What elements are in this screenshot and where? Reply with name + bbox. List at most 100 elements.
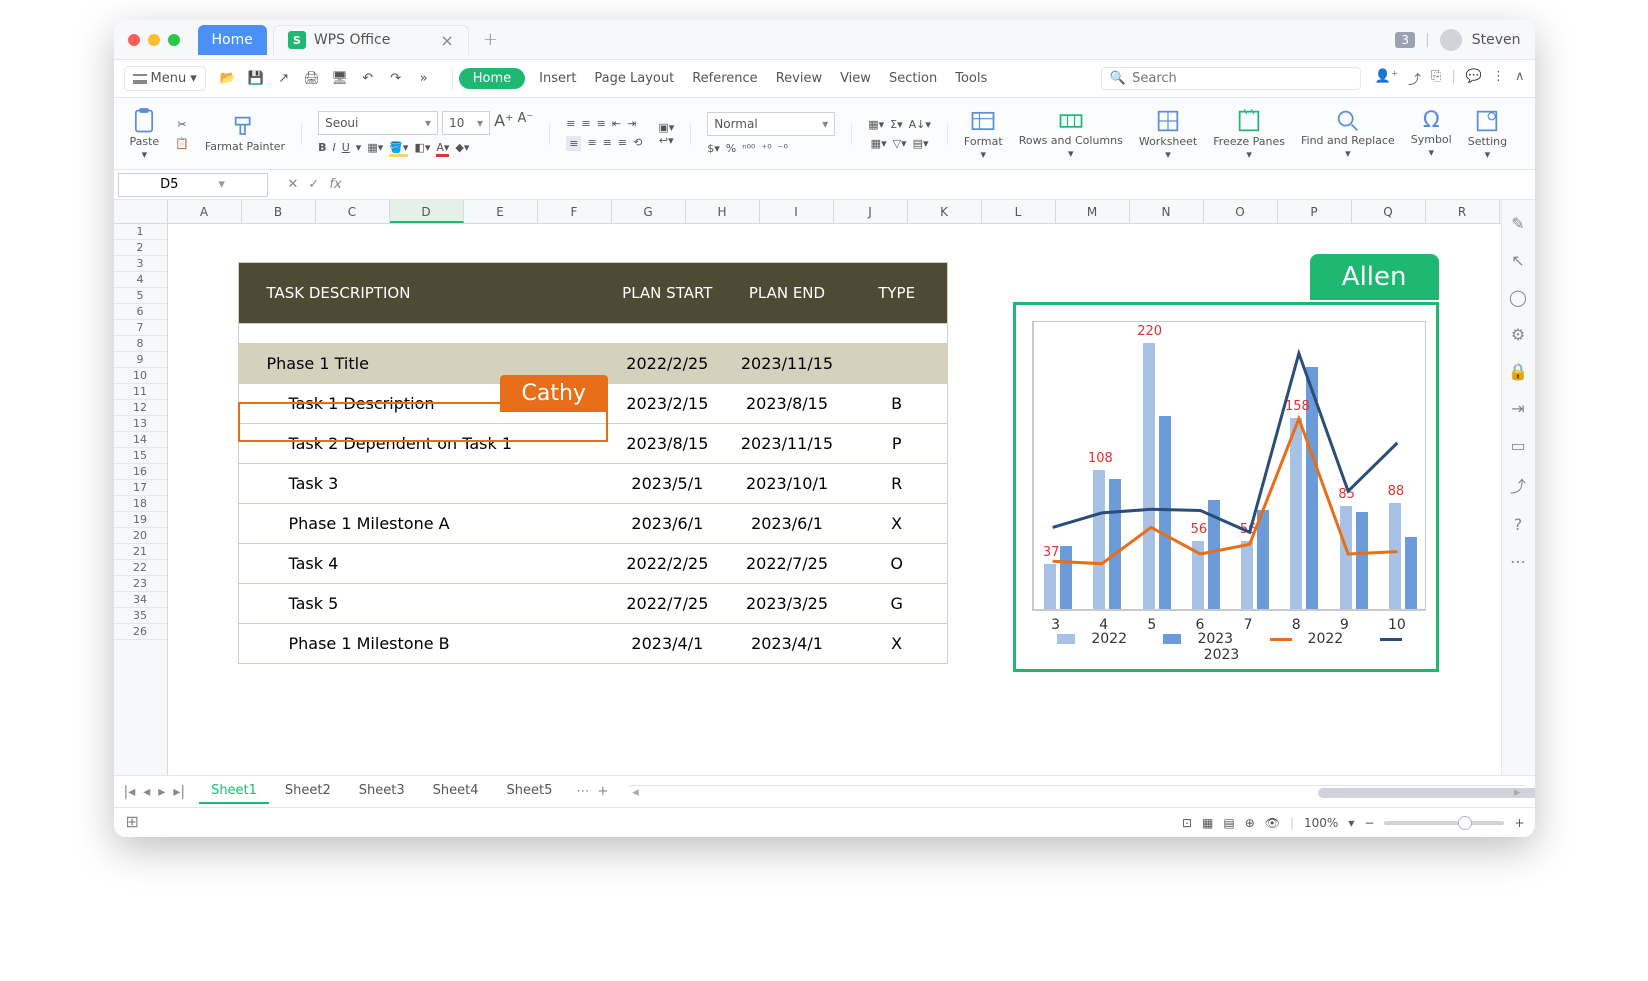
row-header-11[interactable]: 11 bbox=[114, 384, 167, 400]
zoom-in-icon[interactable]: + bbox=[1514, 816, 1524, 830]
row-header-20[interactable]: 20 bbox=[114, 528, 167, 544]
next-sheet-icon[interactable]: ▸ bbox=[158, 784, 165, 800]
col-header-I[interactable]: I bbox=[760, 200, 834, 223]
align-top-icon[interactable]: ≡ bbox=[566, 117, 575, 130]
symbol-button[interactable]: ΩSymbol▾ bbox=[1405, 98, 1458, 169]
cell-description[interactable]: Phase 1 Title bbox=[239, 354, 608, 373]
border-icon[interactable]: ▦▾ bbox=[367, 141, 383, 157]
col-header-D[interactable]: D bbox=[390, 200, 464, 223]
ribbon-tab-tools[interactable]: Tools bbox=[955, 71, 987, 86]
cell-plan-end[interactable]: 2023/4/1 bbox=[727, 634, 847, 653]
chart[interactable]: 3710822056561588588 345678910 2022 2023 … bbox=[1013, 302, 1439, 672]
ribbon-tab-view[interactable]: View bbox=[840, 71, 871, 86]
wrap-text-icon[interactable]: ↩▾ bbox=[659, 134, 674, 147]
increase-decimal-icon[interactable]: ⁺⁰ bbox=[761, 142, 771, 155]
page-break-icon[interactable]: ⊕ bbox=[1245, 816, 1255, 830]
row-header-17[interactable]: 17 bbox=[114, 480, 167, 496]
currency-icon[interactable]: $▾ bbox=[707, 142, 720, 155]
bold-icon[interactable]: B bbox=[318, 141, 326, 157]
highlight-icon[interactable]: ◆▾ bbox=[455, 141, 469, 157]
shapes-icon[interactable]: ◯ bbox=[1509, 288, 1527, 307]
sheet-tab-sheet1[interactable]: Sheet1 bbox=[199, 779, 269, 804]
table-row[interactable]: Phase 1 Milestone A 2023/6/1 2023/6/1 X bbox=[239, 503, 947, 543]
row-header-16[interactable]: 16 bbox=[114, 464, 167, 480]
col-header-A[interactable]: A bbox=[168, 200, 242, 223]
row-header-3[interactable]: 3 bbox=[114, 256, 167, 272]
formula-input[interactable] bbox=[352, 177, 1352, 192]
cell-plan-end[interactable]: 2022/7/25 bbox=[727, 554, 847, 573]
zoom-slider[interactable] bbox=[1384, 821, 1504, 825]
align-left-icon[interactable]: ≡ bbox=[566, 136, 581, 151]
row-header-4[interactable]: 4 bbox=[114, 272, 167, 288]
row-header-10[interactable]: 10 bbox=[114, 368, 167, 384]
cell-plan-start[interactable]: 2023/6/1 bbox=[608, 514, 728, 533]
paste-group[interactable]: Paste▾ bbox=[124, 98, 166, 169]
lock-icon[interactable]: 🔒 bbox=[1508, 362, 1528, 381]
col-header-H[interactable]: H bbox=[686, 200, 760, 223]
row-header-35[interactable]: 35 bbox=[114, 608, 167, 624]
scroll-right-icon[interactable]: ▸ bbox=[1514, 785, 1521, 800]
add-sheet-icon[interactable]: + bbox=[597, 784, 608, 799]
copy-icon[interactable]: 📋 bbox=[175, 137, 189, 150]
row-header-22[interactable]: 22 bbox=[114, 560, 167, 576]
sort-icon[interactable]: A↓▾ bbox=[909, 118, 931, 131]
indent-increase-icon[interactable]: ⇥ bbox=[627, 117, 636, 130]
zoom-out-icon[interactable]: − bbox=[1364, 816, 1374, 830]
merge-cells-icon[interactable]: ▣▾ bbox=[658, 121, 674, 134]
table-row[interactable]: Task 4 2022/2/25 2022/7/25 O bbox=[239, 543, 947, 583]
comma-icon[interactable]: ⁿ⁰⁰ bbox=[742, 142, 755, 155]
table-row[interactable]: Task 2 Dependent on Task 1 2023/8/15 202… bbox=[239, 423, 947, 463]
cancel-formula-icon[interactable]: ✕ bbox=[288, 177, 299, 192]
fill-icon[interactable]: ▤▾ bbox=[913, 137, 929, 150]
row-header-14[interactable]: 14 bbox=[114, 432, 167, 448]
row-header-26[interactable]: 26 bbox=[114, 624, 167, 640]
row-header-23[interactable]: 23 bbox=[114, 576, 167, 592]
sheet-tab-sheet4[interactable]: Sheet4 bbox=[421, 779, 491, 804]
notification-badge[interactable]: 3 bbox=[1395, 32, 1415, 48]
cell-description[interactable]: Task 2 Dependent on Task 1 bbox=[239, 434, 608, 453]
italic-icon[interactable]: I bbox=[332, 141, 335, 157]
freeze-panes-button[interactable]: Freeze Panes▾ bbox=[1207, 98, 1291, 169]
avatar[interactable] bbox=[1440, 29, 1462, 51]
table-row[interactable]: Task 3 2023/5/1 2023/10/1 R bbox=[239, 463, 947, 503]
row-header-19[interactable]: 19 bbox=[114, 512, 167, 528]
col-header-R[interactable]: R bbox=[1426, 200, 1500, 223]
cell-description[interactable]: Task 5 bbox=[239, 594, 608, 613]
cell-type[interactable]: X bbox=[847, 514, 947, 533]
scroll-left-icon[interactable]: ◂ bbox=[632, 785, 639, 800]
print-preview-icon[interactable]: 🖥 bbox=[332, 71, 348, 87]
find-replace-button[interactable]: Find and Replace▾ bbox=[1295, 98, 1401, 169]
row-header-18[interactable]: 18 bbox=[114, 496, 167, 512]
decrease-font-icon[interactable]: A⁻ bbox=[517, 111, 533, 135]
more-panel-icon[interactable]: ⋯ bbox=[1510, 552, 1526, 571]
row-header-5[interactable]: 5 bbox=[114, 288, 167, 304]
cell-plan-start[interactable]: 2023/2/15 bbox=[608, 394, 728, 413]
cell-plan-start[interactable]: 2023/5/1 bbox=[608, 474, 728, 493]
name-box[interactable]: D5▾ bbox=[118, 173, 268, 197]
col-header-N[interactable]: N bbox=[1130, 200, 1204, 223]
cell-type[interactable]: X bbox=[847, 634, 947, 653]
last-sheet-icon[interactable]: ▸| bbox=[173, 784, 185, 800]
more-icon[interactable]: » bbox=[416, 71, 432, 87]
sheet-tab-sheet2[interactable]: Sheet2 bbox=[273, 779, 343, 804]
save-icon[interactable]: 💾 bbox=[248, 71, 264, 87]
align-middle-icon[interactable]: ≡ bbox=[581, 117, 590, 130]
col-header-E[interactable]: E bbox=[464, 200, 538, 223]
cut-icon[interactable]: ✂ bbox=[177, 118, 186, 131]
cell-plan-end[interactable]: 2023/11/15 bbox=[727, 434, 847, 453]
row-header[interactable]: 1234567891011121314151617181920212223343… bbox=[114, 200, 168, 775]
column-header[interactable]: ABCDEFGHIJKLMNOPQR bbox=[168, 200, 1501, 224]
print-icon[interactable]: 🖨 bbox=[304, 71, 320, 87]
menu-button[interactable]: Menu ▾ bbox=[124, 66, 206, 91]
cell-description[interactable]: Task 3 bbox=[239, 474, 608, 493]
row-header-6[interactable]: 6 bbox=[114, 304, 167, 320]
col-header-F[interactable]: F bbox=[538, 200, 612, 223]
cell-description[interactable]: Task 4 bbox=[239, 554, 608, 573]
col-header-C[interactable]: C bbox=[316, 200, 390, 223]
autosum-icon[interactable]: Σ▾ bbox=[890, 118, 902, 131]
upload-icon[interactable]: ⤴ bbox=[1408, 69, 1421, 88]
maximize-window-icon[interactable] bbox=[168, 34, 180, 46]
select-icon[interactable]: ↖ bbox=[1511, 251, 1524, 270]
sliders-icon[interactable]: ⚙ bbox=[1511, 325, 1525, 344]
page-layout-icon[interactable]: ▤ bbox=[1223, 816, 1234, 830]
